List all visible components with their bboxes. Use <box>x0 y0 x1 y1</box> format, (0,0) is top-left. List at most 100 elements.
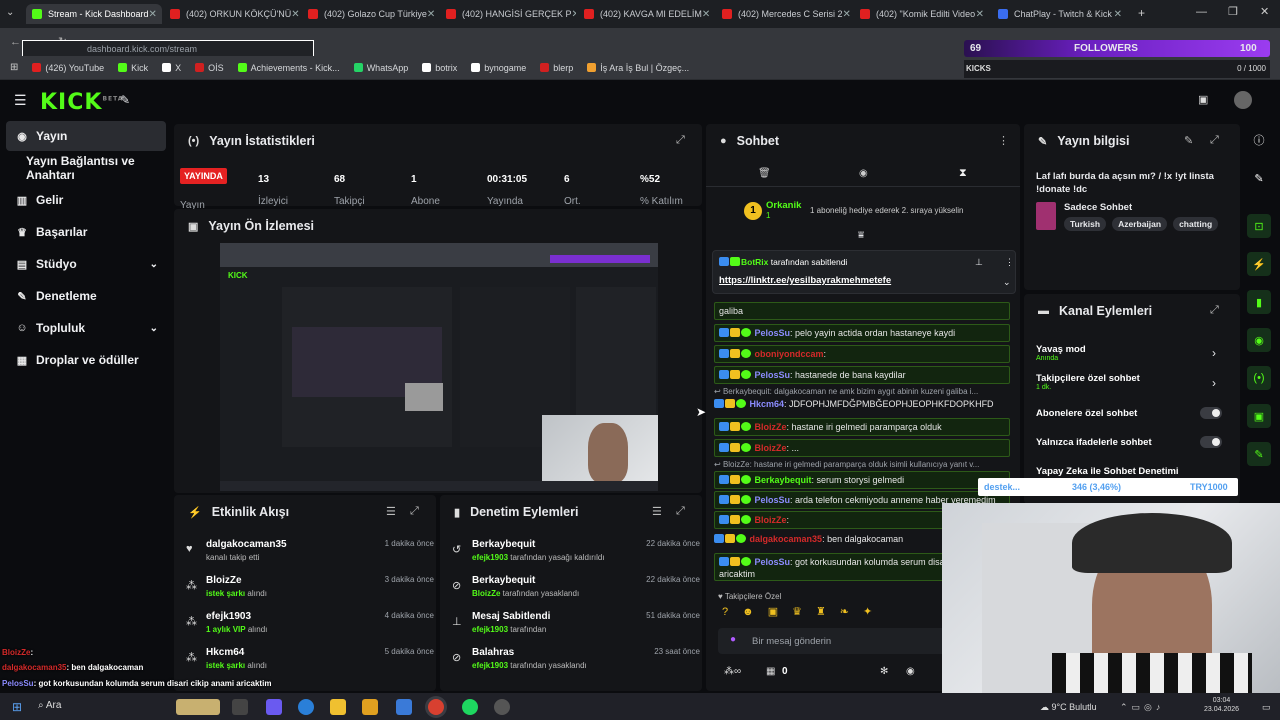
action-ai-moderation[interactable]: Yapay Zeka ile Sohbet Denetimi <box>1036 466 1179 477</box>
menu-icon[interactable]: ☰ <box>14 92 27 109</box>
chrome-icon[interactable] <box>428 699 444 715</box>
rail-icon-4[interactable]: ◉ <box>1247 328 1271 352</box>
emotes-only-toggle[interactable] <box>1200 436 1222 448</box>
stream-preview-video[interactable]: KICK <box>220 243 658 491</box>
file-explorer-icon[interactable] <box>330 699 346 715</box>
bookmark-item[interactable]: Kick <box>118 63 148 73</box>
close-tab-icon[interactable]: ✕ <box>1114 9 1122 20</box>
expand-icon[interactable]: ⤢ <box>410 505 419 518</box>
close-tab-icon[interactable]: ✕ <box>843 9 851 20</box>
filter-icon[interactable]: ☰ <box>386 505 396 518</box>
chat-message[interactable]: Hkcm64: JDFOPHJMFDĞPMBĞEOPHJEOPHKFDOPKHF… <box>714 398 1010 410</box>
bookmark-item[interactable]: bynogame <box>471 63 526 73</box>
spotify-icon[interactable] <box>462 699 478 715</box>
chat-username[interactable]: oboniyondccam <box>755 349 824 359</box>
taskbar-search[interactable]: ⌕ Ara <box>38 700 61 711</box>
pin-icon[interactable]: ✎ <box>120 93 130 107</box>
pin-icon[interactable]: ⊥ <box>975 257 983 268</box>
pinned-message[interactable]: BotRix tarafından sabitlendi ⊥ ⋮ https:/… <box>712 250 1016 294</box>
browser-tab[interactable]: (402) KAVGA MI EDELİM ✕ <box>578 4 714 24</box>
action-slow-mode[interactable]: Yavaş mod Anında <box>1036 344 1086 362</box>
screen-icon[interactable]: ▣ <box>1198 93 1208 106</box>
sidebar-item-studyo[interactable]: ▤ Stüdyo ⌄ <box>6 249 166 279</box>
browser-tab[interactable]: (402) Mercedes C Serisi 2 ✕ <box>716 4 852 24</box>
chat-bubble-icon[interactable]: ◉ <box>859 168 868 179</box>
obs-icon[interactable] <box>494 699 510 715</box>
chat-username[interactable]: PelosSu <box>755 328 791 338</box>
chat-username[interactable]: Berkaybequit <box>755 475 812 485</box>
rail-icon-2[interactable]: ⚡ <box>1247 252 1271 276</box>
browser-tab[interactable]: (402) ORKUN KÖKÇÜ'NÜ ✕ <box>164 4 300 24</box>
store-icon[interactable] <box>362 699 378 715</box>
more-options-icon[interactable]: ⋮ <box>998 134 1009 147</box>
chat-username[interactable]: BloizZe <box>755 515 787 525</box>
trash-icon[interactable]: 🗑 <box>758 168 771 179</box>
chat-username[interactable]: BloizZe <box>755 422 787 432</box>
new-tab-button[interactable]: + <box>1138 6 1145 20</box>
chat-reply-reference[interactable]: ↩ Berkaybequit: dalgakocaman ne amk bizi… <box>714 386 1010 398</box>
close-tab-icon[interactable]: ✕ <box>149 9 157 20</box>
bookmark-item[interactable]: OİS <box>195 63 224 73</box>
browser-tab[interactable]: ChatPlay - Twitch & Kick ✕ <box>992 4 1128 24</box>
close-tab-icon[interactable]: ✕ <box>291 9 299 20</box>
share-icon[interactable]: ⁂∞ <box>724 666 741 677</box>
tab-search-icon[interactable]: ⌄ <box>6 7 14 18</box>
emote-row[interactable]: ?☻▣♛♜❧✦ <box>722 605 886 618</box>
category-name[interactable]: Sadece Sohbet <box>1064 202 1132 213</box>
browser-tab[interactable]: Stream - Kick Dashboard ✕ <box>26 4 162 24</box>
close-tab-icon[interactable]: ✕ <box>976 9 984 20</box>
chat-username[interactable]: dalgakocaman35 <box>750 534 823 544</box>
back-icon[interactable]: ← <box>10 36 21 48</box>
chat-reply-reference[interactable]: ↩ BloizZe: hastane iri gelmedi paramparç… <box>714 459 1010 471</box>
sidebar-item-topluluk[interactable]: ☺ Topluluk ⌄ <box>6 313 166 343</box>
avatar[interactable] <box>1234 91 1252 109</box>
bookmark-item[interactable]: (426) YouTube <box>32 63 104 73</box>
chat-message[interactable]: Berkaybequit: serum storysi gelmedi <box>714 471 1010 489</box>
chat-message[interactable]: PelosSu: pelo yayin actida ordan hastane… <box>714 324 1010 342</box>
sidebar-item-denetleme[interactable]: ✎ Denetleme <box>6 281 166 311</box>
bookmark-item[interactable]: blerp <box>540 63 573 73</box>
sidebar-item-droplar[interactable]: ▦ Droplar ve ödüller <box>6 345 166 375</box>
rail-icon-3[interactable]: ▮ <box>1247 290 1271 314</box>
maximize-icon[interactable]: ❐ <box>1228 5 1238 18</box>
pinned-link[interactable]: https://linktr.ee/yesilbayrakmehmetefe <box>719 275 891 286</box>
notification-icon[interactable]: ▭ <box>1262 702 1271 713</box>
sidebar-item-yayin[interactable]: ◉ Yayın <box>6 121 166 151</box>
search-highlight-image[interactable] <box>176 699 220 715</box>
close-tab-icon[interactable]: ✕ <box>427 9 435 20</box>
sidebar-item-stream-key[interactable]: Yayın Bağlantısı ve Anahtarı <box>6 153 166 183</box>
chat-username[interactable]: Hkcm64 <box>750 399 785 409</box>
rail-icon-5[interactable]: (•) <box>1247 366 1271 390</box>
settings-icon[interactable]: ✻ <box>880 666 888 677</box>
edit-icon[interactable]: ✎ <box>1184 134 1193 147</box>
edge-icon[interactable] <box>298 699 314 715</box>
expand-icon[interactable]: ⤢ <box>676 134 685 147</box>
chat-username[interactable]: PelosSu <box>755 557 791 567</box>
chat-username[interactable]: PelosSu <box>755 495 791 505</box>
weather-widget[interactable]: ☁ 9°C Bulutlu <box>1040 702 1097 713</box>
gift-icon[interactable]: ▦ <box>766 666 775 677</box>
minimize-icon[interactable]: — <box>1196 6 1207 18</box>
expand-icon[interactable]: ⤢ <box>1210 304 1219 317</box>
edit-icon[interactable]: ✎ <box>1247 166 1271 190</box>
app-icon[interactable] <box>396 699 412 715</box>
chat-bubble-icon[interactable]: ◉ <box>906 666 915 677</box>
sidebar-item-gelir[interactable]: ▥ Gelir <box>6 185 166 215</box>
url-input[interactable]: dashboard.kick.com/stream <box>22 40 314 57</box>
bookmark-item[interactable]: WhatsApp <box>353 63 408 73</box>
chat-message[interactable]: PelosSu: hastanede de bana kaydilar <box>714 366 1010 384</box>
browser-tab[interactable]: (402) Golazo Cup Türkiye ✕ <box>302 4 438 24</box>
bookmark-item[interactable]: Achievements - Kick... <box>237 63 340 73</box>
rail-icon-6[interactable]: ▣ <box>1247 404 1271 428</box>
chevron-down-icon[interactable]: ⌄ <box>1003 277 1011 288</box>
hourglass-icon[interactable]: ⧗ <box>959 167 967 180</box>
chat-username[interactable]: PelosSu <box>755 370 791 380</box>
apps-grid-icon[interactable]: ⊞ <box>10 62 18 73</box>
expand-icon[interactable]: ⤢ <box>1210 134 1219 147</box>
chevron-right-icon[interactable]: › <box>1212 376 1216 390</box>
action-followers-only[interactable]: Takipçilere özel sohbet 1 dk. <box>1036 373 1140 391</box>
close-tab-icon[interactable]: ✕ <box>702 9 710 20</box>
chat-message[interactable]: oboniyondccam: <box>714 345 1010 363</box>
rail-icon-1[interactable]: ⊡ <box>1247 214 1271 238</box>
subscribers-only-toggle[interactable] <box>1200 407 1222 419</box>
